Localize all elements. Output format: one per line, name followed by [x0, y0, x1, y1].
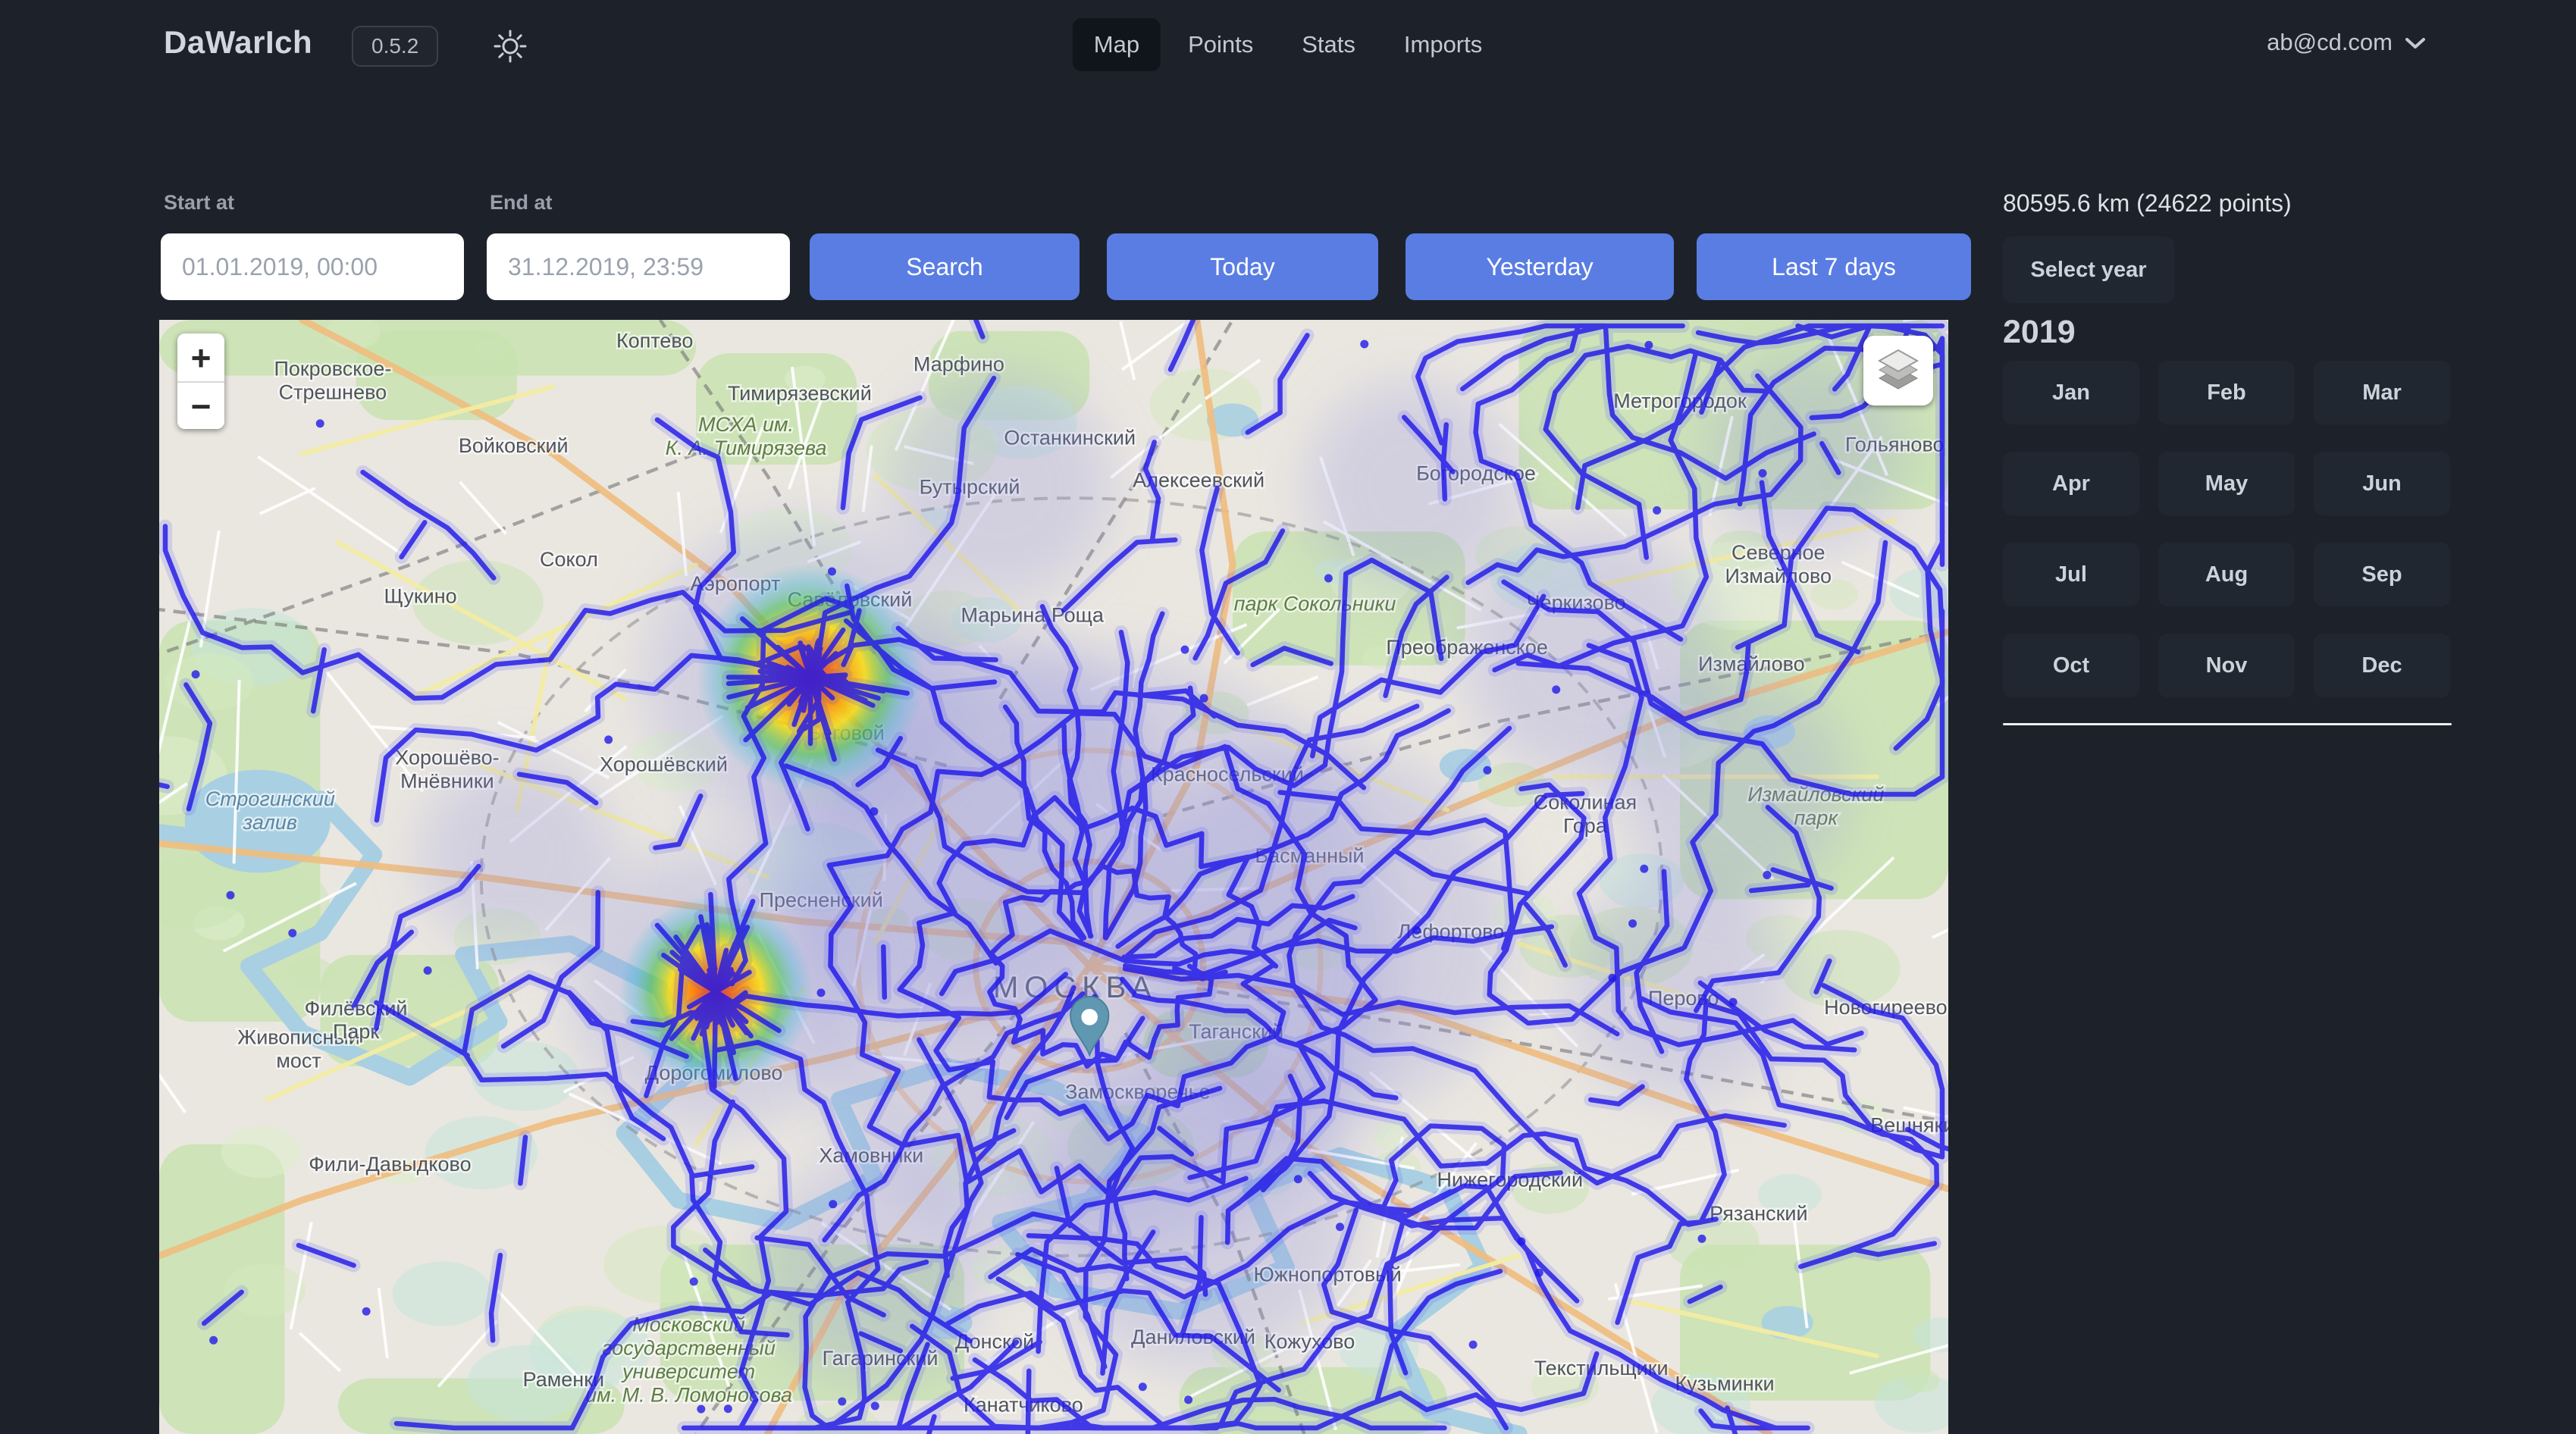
sidebar-divider — [2003, 723, 2452, 725]
svg-text:Щукино: Щукино — [384, 584, 456, 607]
start-at-label: Start at — [164, 191, 234, 214]
top-navbar: DaWarIch 0.5.2 Map Points Stats Imports … — [0, 0, 2576, 92]
last-7-days-button[interactable]: Last 7 days — [1697, 233, 1971, 300]
yesterday-button[interactable]: Yesterday — [1406, 233, 1674, 300]
svg-text:Войковский: Войковский — [459, 434, 569, 457]
search-button[interactable]: Search — [810, 233, 1080, 300]
end-date-input[interactable] — [487, 233, 790, 300]
layers-control-button[interactable] — [1863, 336, 1933, 405]
main-tabs: Map Points Stats Imports — [1073, 18, 1504, 71]
month-button-jul[interactable]: Jul — [2003, 543, 2139, 606]
months-grid: Jan Feb Mar Apr May Jun Jul Aug Sep Oct … — [2003, 361, 2452, 697]
map-render: Коптево Покровское-Стрешнево Тимирязевский… — [159, 320, 1948, 1434]
svg-text:Коптево: Коптево — [616, 330, 693, 352]
version-badge: 0.5.2 — [352, 26, 438, 67]
zoom-out-button[interactable]: − — [177, 381, 224, 429]
month-button-aug[interactable]: Aug — [2158, 543, 2295, 606]
month-button-oct[interactable]: Oct — [2003, 634, 2139, 697]
tab-map[interactable]: Map — [1073, 18, 1161, 71]
tab-stats[interactable]: Stats — [1280, 18, 1377, 71]
svg-text:Фили-Давыдково: Фили-Давыдково — [309, 1153, 471, 1176]
start-date-input[interactable] — [161, 233, 464, 300]
theme-toggle-button[interactable] — [491, 27, 529, 65]
svg-text:Рязанский: Рязанский — [1709, 1202, 1807, 1225]
map-canvas[interactable]: Коптево Покровское-Стрешнево Тимирязевский… — [159, 320, 1948, 1434]
sun-icon — [491, 56, 529, 67]
layers-icon — [1873, 346, 1923, 396]
zoom-in-button[interactable]: + — [177, 333, 224, 381]
month-button-dec[interactable]: Dec — [2314, 634, 2450, 697]
tab-imports[interactable]: Imports — [1383, 18, 1503, 71]
today-button[interactable]: Today — [1107, 233, 1378, 300]
month-button-mar[interactable]: Mar — [2314, 361, 2450, 424]
select-year-button[interactable]: Select year — [2003, 236, 2174, 303]
chevron-down-icon — [2405, 29, 2426, 56]
month-button-apr[interactable]: Apr — [2003, 452, 2139, 515]
map-zoom-control: + − — [177, 333, 224, 429]
month-button-jun[interactable]: Jun — [2314, 452, 2450, 515]
month-button-sep[interactable]: Sep — [2314, 543, 2450, 606]
month-button-jan[interactable]: Jan — [2003, 361, 2139, 424]
svg-text:Тимирязевский: Тимирязевский — [728, 382, 872, 405]
svg-text:Марьина Роща: Марьина Роща — [961, 603, 1103, 626]
user-email: ab@cd.com — [2267, 29, 2393, 56]
month-button-may[interactable]: May — [2158, 452, 2295, 515]
user-menu[interactable]: ab@cd.com — [2267, 29, 2426, 56]
year-heading: 2019 — [2003, 314, 2076, 351]
svg-text:парк Сокольники: парк Сокольники — [1234, 593, 1396, 615]
svg-text:Покровское-Стрешнево: Покровское-Стрешнево — [274, 358, 391, 404]
month-button-nov[interactable]: Nov — [2158, 634, 2295, 697]
distance-summary: 80595.6 km (24622 points) — [2003, 189, 2292, 218]
month-button-feb[interactable]: Feb — [2158, 361, 2295, 424]
svg-text:Сокол: Сокол — [540, 548, 598, 571]
end-at-label: End at — [490, 191, 553, 214]
tab-points[interactable]: Points — [1167, 18, 1274, 71]
app-logo: DaWarIch — [164, 24, 312, 61]
